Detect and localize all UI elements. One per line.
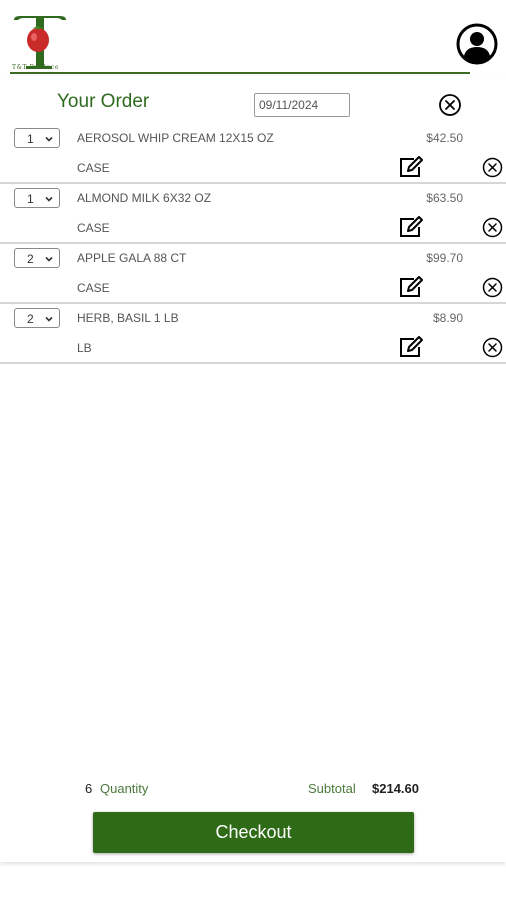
edit-icon[interactable]: [398, 155, 426, 179]
item-name: ALMOND MILK 6X32 OZ: [77, 191, 212, 205]
quantity-select[interactable]: 2: [14, 248, 60, 268]
total-quantity-count: 6: [85, 781, 93, 796]
chevron-down-icon: [45, 256, 53, 262]
quantity-select[interactable]: 1: [14, 188, 60, 208]
subtotal-value: $214.60: [372, 781, 419, 796]
item-price: $8.90: [432, 311, 463, 325]
quantity-value: 1: [27, 192, 34, 206]
order-title: Your Order: [57, 91, 150, 112]
order-item: 1 AEROSOL WHIP CREAM 12X15 OZ $42.50 CAS…: [0, 124, 506, 184]
item-price: $99.70: [426, 251, 463, 265]
item-unit: CASE: [77, 221, 110, 235]
remove-item-icon[interactable]: [482, 157, 503, 178]
item-name: HERB, BASIL 1 LB: [77, 311, 179, 325]
chevron-down-icon: [45, 196, 53, 202]
brand-name: T&T Produce: [12, 64, 59, 71]
checkout-button[interactable]: Checkout: [93, 812, 414, 853]
user-circle-icon[interactable]: [456, 23, 498, 65]
item-divider: [0, 362, 506, 364]
chevron-down-icon: [45, 136, 53, 142]
edit-icon[interactable]: [398, 215, 426, 239]
header-divider: [10, 72, 470, 74]
chevron-down-icon: [45, 316, 53, 322]
quantity-value: 2: [27, 312, 34, 326]
item-name: APPLE GALA 88 CT: [77, 251, 187, 265]
item-name: AEROSOL WHIP CREAM 12X15 OZ: [77, 131, 274, 145]
remove-item-icon[interactable]: [482, 277, 503, 298]
edit-icon[interactable]: [398, 335, 426, 359]
subtotal-label: Subtotal: [308, 781, 356, 796]
order-date-input[interactable]: [254, 93, 350, 117]
remove-item-icon[interactable]: [482, 337, 503, 358]
edit-icon[interactable]: [398, 275, 426, 299]
quantity-value: 1: [27, 132, 34, 146]
quantity-select[interactable]: 2: [14, 308, 60, 328]
quantity-select[interactable]: 1: [14, 128, 60, 148]
total-quantity-label: Quantity: [100, 781, 149, 796]
item-unit: CASE: [77, 281, 110, 295]
quantity-value: 2: [27, 252, 34, 266]
remove-item-icon[interactable]: [482, 217, 503, 238]
item-unit: CASE: [77, 161, 110, 175]
close-circle-icon[interactable]: [438, 93, 462, 117]
order-item: 2 APPLE GALA 88 CT $99.70 CASE: [0, 244, 506, 304]
item-price: $63.50: [426, 191, 463, 205]
app-header: T&T Produce: [0, 0, 506, 76]
order-item: 1 ALMOND MILK 6X32 OZ $63.50 CASE: [0, 184, 506, 244]
item-price: $42.50: [426, 131, 463, 145]
order-item: 2 HERB, BASIL 1 LB $8.90 LB: [0, 304, 506, 364]
item-unit: LB: [77, 341, 92, 355]
